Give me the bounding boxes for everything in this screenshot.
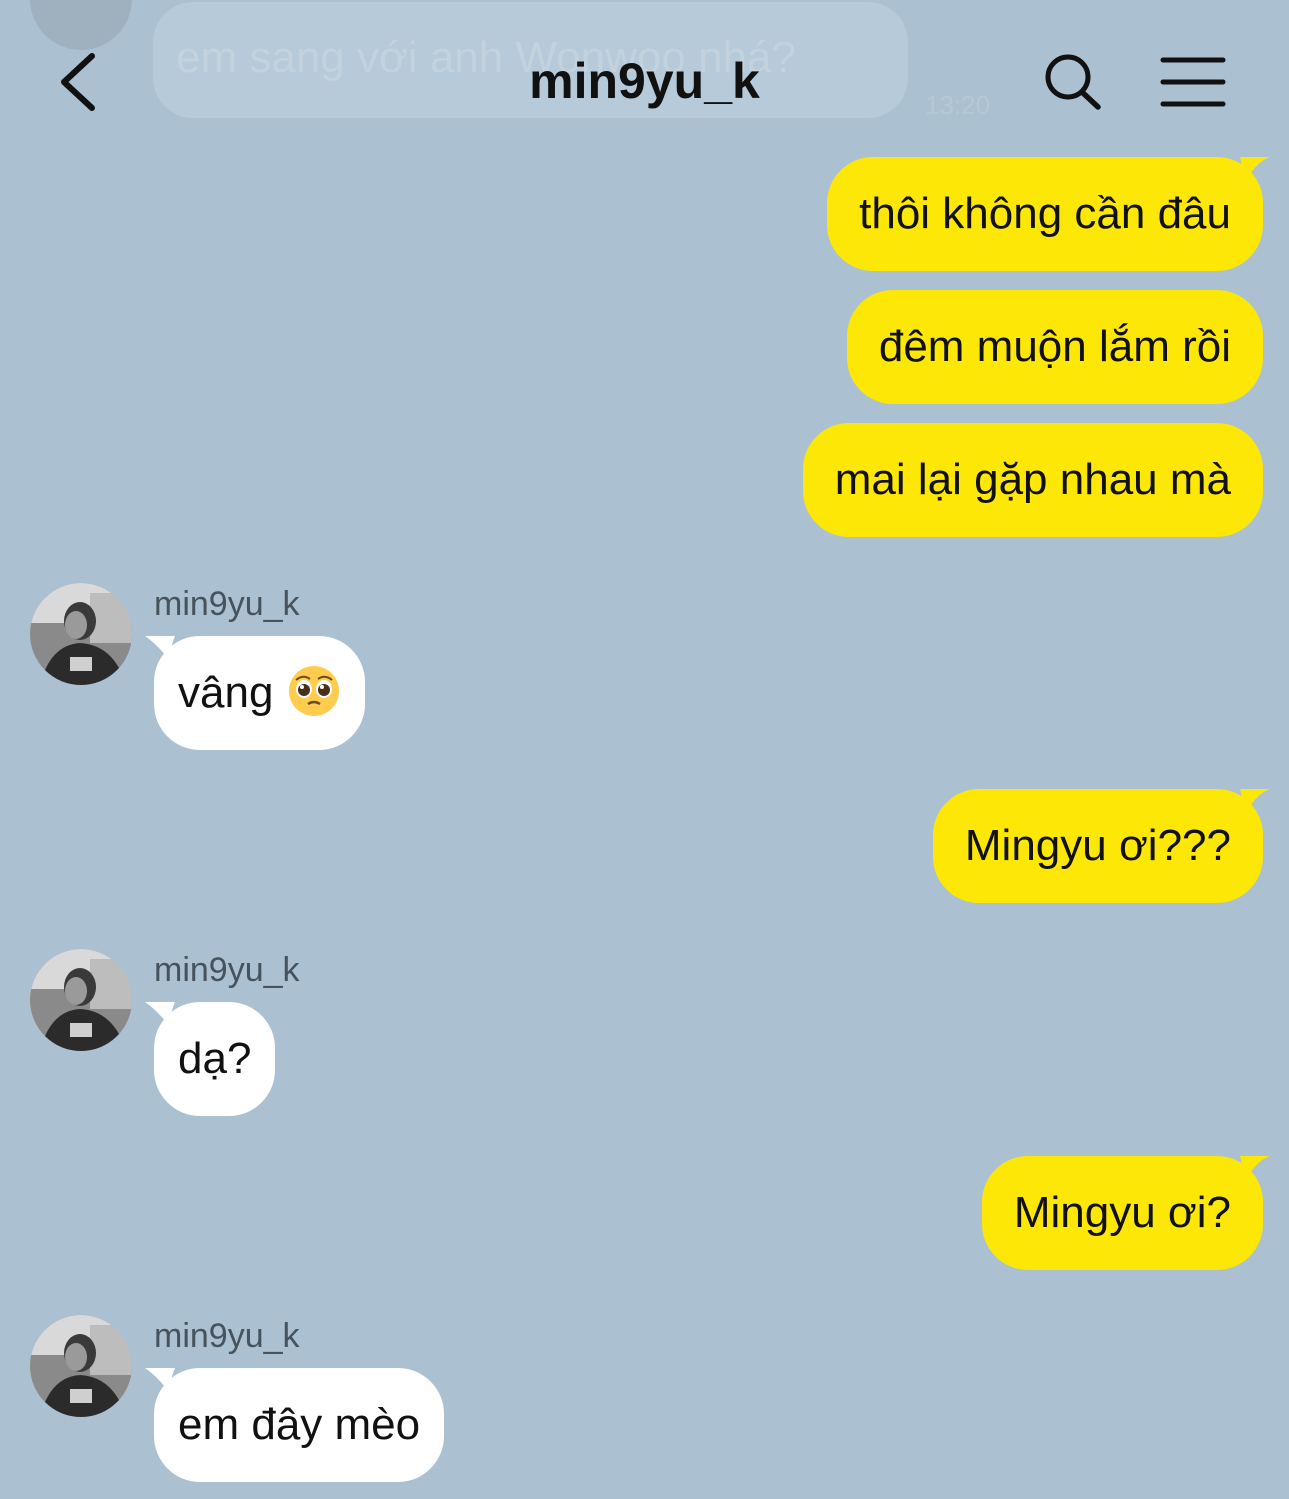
incoming-message-bubble[interactable]: dạ? [154,1002,276,1116]
message-text: vâng [178,668,274,717]
incoming-message-bubble[interactable]: em đây mèo [154,1368,445,1482]
chat-header: em sang với anh Wonwoo nhá? 13:20 min9yu… [0,0,1289,150]
sender-name: min9yu_k [154,951,300,989]
outgoing-bubble-tail [1240,789,1270,815]
sender-name: min9yu_k [154,1317,300,1355]
outgoing-message-bubble[interactable]: mai lại gặp nhau mà [802,423,1263,537]
search-icon [1045,54,1101,110]
outgoing-bubble-tail [1240,157,1270,183]
sender-name: min9yu_k [154,585,300,623]
contact-avatar[interactable] [30,1315,132,1417]
outgoing-message-bubble[interactable]: thôi không cần đâu [827,157,1263,271]
contact-avatar[interactable] [30,949,132,1051]
incoming-message-bubble[interactable]: vâng [154,636,366,750]
faded-previous-avatar [30,0,132,50]
outgoing-bubble-tail [1240,1156,1270,1182]
pleading-face-emoji [287,664,341,718]
outgoing-message-bubble[interactable]: Mingyu ơi? [981,1156,1263,1270]
outgoing-message-bubble[interactable]: đêm muộn lắm rồi [846,290,1263,404]
hamburger-menu-icon [1160,57,1226,107]
outgoing-message-bubble[interactable]: Mingyu ơi??? [932,789,1263,903]
search-button[interactable] [1040,50,1106,114]
contact-avatar[interactable] [30,583,132,685]
menu-button[interactable] [1158,54,1228,110]
